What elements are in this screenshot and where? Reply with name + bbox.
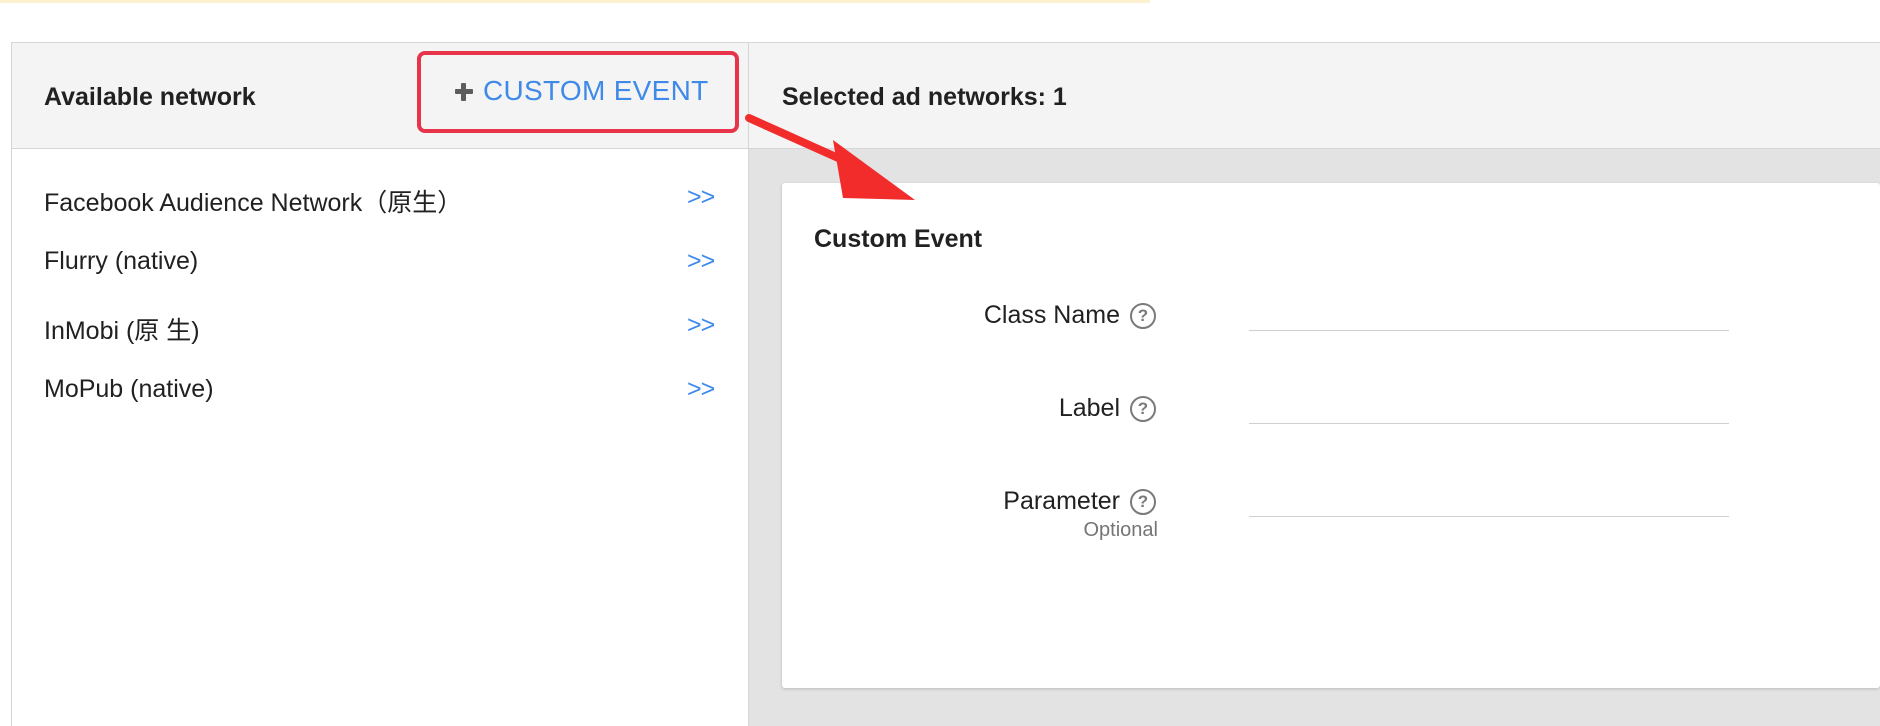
help-icon[interactable]: ? bbox=[1130, 396, 1156, 422]
network-item[interactable]: Flurry (native) >> bbox=[12, 235, 748, 299]
network-name: MoPub (native) bbox=[44, 375, 214, 403]
network-name: Facebook Audience Network（原生） bbox=[44, 189, 463, 217]
top-notice-strip bbox=[0, 0, 1150, 3]
network-name: Flurry (native) bbox=[44, 247, 199, 275]
parameter-label: Parameter bbox=[1003, 487, 1120, 515]
network-item[interactable]: InMobi (原 生) >> bbox=[12, 299, 748, 363]
annotation-arrow bbox=[745, 114, 915, 200]
label-input[interactable] bbox=[1249, 379, 1729, 424]
network-name: InMobi (原 生) bbox=[44, 317, 200, 345]
label-field-label: Label bbox=[1058, 394, 1120, 422]
class-name-input[interactable] bbox=[1249, 286, 1729, 331]
help-icon[interactable]: ? bbox=[1130, 489, 1156, 515]
add-network-link[interactable]: >> bbox=[687, 247, 715, 276]
available-network-panel: Available network CUSTOM EVENT Facebook … bbox=[12, 43, 749, 726]
network-item[interactable]: MoPub (native) >> bbox=[12, 363, 748, 427]
network-list: Facebook Audience Network（原生） >> Flurry … bbox=[12, 171, 748, 427]
help-icon[interactable]: ? bbox=[1130, 303, 1156, 329]
optional-hint: Optional bbox=[1083, 519, 1159, 541]
add-network-link[interactable]: >> bbox=[687, 375, 715, 404]
custom-event-button[interactable]: CUSTOM EVENT bbox=[417, 51, 739, 133]
add-network-link[interactable]: >> bbox=[687, 183, 715, 212]
custom-event-card-title: Custom Event bbox=[814, 225, 983, 253]
plus-icon bbox=[453, 81, 475, 103]
custom-event-card: Custom Event Class Name ? Label ? Parame… bbox=[782, 183, 1880, 688]
custom-event-label: CUSTOM EVENT bbox=[483, 75, 709, 106]
available-network-header: Available network CUSTOM EVENT bbox=[12, 43, 748, 149]
add-network-link[interactable]: >> bbox=[687, 311, 715, 340]
class-name-label: Class Name bbox=[983, 301, 1120, 329]
available-network-title: Available network bbox=[44, 83, 256, 111]
selected-networks-count: Selected ad networks: 1 bbox=[782, 83, 1067, 111]
network-item[interactable]: Facebook Audience Network（原生） >> bbox=[12, 171, 748, 235]
parameter-input[interactable] bbox=[1249, 472, 1729, 517]
